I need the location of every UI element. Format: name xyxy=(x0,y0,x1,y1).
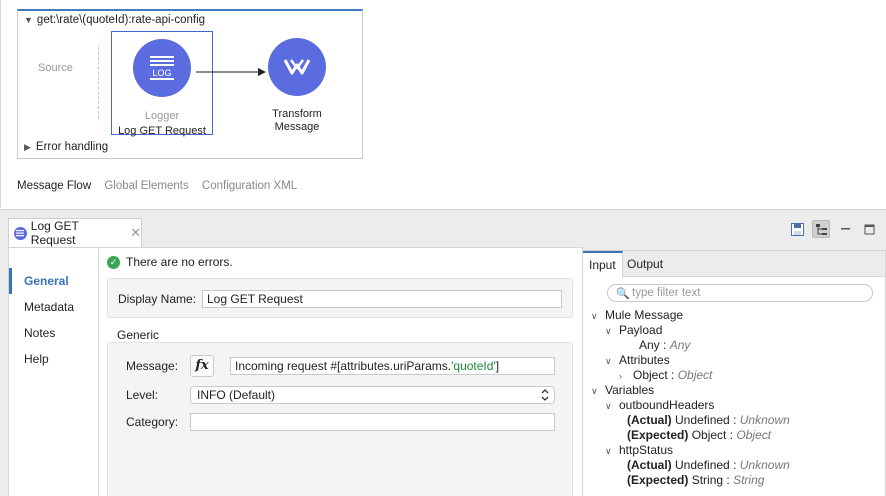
search-icon: 🔍 xyxy=(616,288,630,300)
tab-message-flow[interactable]: Message Flow xyxy=(17,180,91,192)
updown-chevron-icon xyxy=(541,388,549,403)
transform-icon xyxy=(268,38,326,96)
transform-component[interactable]: Transform Message xyxy=(252,38,342,134)
message-label: Message: xyxy=(126,359,179,373)
transform-name-label: Transform Message xyxy=(252,108,342,134)
tree-node-mule-message[interactable]: ∨ Mule Message xyxy=(591,308,790,323)
chevron-down-icon[interactable]: ∨ xyxy=(591,384,605,399)
tree-node-hs-expected[interactable]: (Expected) String : String xyxy=(591,473,790,488)
tab-configuration-xml[interactable]: Configuration XML xyxy=(202,180,297,192)
transform-name-line2: Message xyxy=(274,121,320,133)
category-label: Category: xyxy=(126,415,179,429)
flow-container[interactable]: ▼ get:\rate\(quoteId):rate-api-config Sou… xyxy=(17,9,363,159)
close-icon[interactable]: ✕ xyxy=(130,225,141,241)
logger-name-label: Log GET Request xyxy=(118,125,206,137)
tree-node-oh-actual[interactable]: (Actual) Undefined : Unknown xyxy=(591,413,790,428)
tab-input[interactable]: Input xyxy=(583,251,623,278)
metadata-tree: ∨ Mule Message ∨ Payload Any : Any ∨ Attrib… xyxy=(591,308,790,488)
checkmark-icon: ✓ xyxy=(107,255,120,269)
flow-title-text: get:\rate\(quoteId):rate-api-config xyxy=(36,14,206,26)
level-value: INFO (Default) xyxy=(197,388,276,402)
fx-expression-button[interactable]: fx xyxy=(190,355,214,377)
message-suffix: ] xyxy=(495,359,500,373)
tree-node-any[interactable]: Any : Any xyxy=(591,338,790,353)
collapse-triangle-icon[interactable]: ▼ xyxy=(24,15,33,25)
minimize-icon[interactable] xyxy=(836,220,854,238)
tree-node-payload[interactable]: ∨ Payload xyxy=(591,323,790,338)
flow-canvas: ▼ get:\rate\(quoteId):rate-api-config Sou… xyxy=(0,0,886,208)
error-handling-section[interactable]: ▶ Error handling xyxy=(24,141,108,153)
logger-icon: LOG xyxy=(133,39,191,97)
logger-icon-text: LOG xyxy=(152,68,171,78)
sidenav-divider xyxy=(98,248,99,496)
tree-node-oh-expected[interactable]: (Expected) Object : Object xyxy=(591,428,790,443)
filter-input[interactable]: 🔍 type filter text xyxy=(607,284,873,302)
tree-node-variables[interactable]: ∨ Variables xyxy=(591,383,790,398)
generic-section-title: Generic xyxy=(117,328,160,342)
display-name-section: Display Name: Log GET Request xyxy=(107,278,573,318)
transform-name-line1: Transform xyxy=(272,108,322,120)
save-icon[interactable] xyxy=(788,220,806,238)
properties-editor: General Metadata Notes Help ✓ There are … xyxy=(8,247,583,496)
tab-label: Log GET Request xyxy=(30,219,79,247)
panel-toolbar xyxy=(788,220,878,238)
maximize-icon[interactable] xyxy=(860,220,878,238)
sidenav-item-notes[interactable]: Notes xyxy=(9,320,98,346)
tab-log-get-request[interactable]: Log GET Request ✕ xyxy=(8,218,142,247)
message-prefix: Incoming request #[attributes.uriParams. xyxy=(235,359,452,373)
error-handling-label: Error handling xyxy=(35,141,109,153)
chevron-down-icon[interactable]: ∨ xyxy=(605,399,619,414)
message-field[interactable]: Incoming request #[attributes.uriParams.… xyxy=(230,357,555,375)
chevron-right-icon[interactable]: › xyxy=(619,369,633,384)
sidenav-item-metadata[interactable]: Metadata xyxy=(9,294,98,320)
tree-node-hs-actual[interactable]: (Actual) Undefined : Unknown xyxy=(591,458,790,473)
source-divider xyxy=(98,47,99,119)
status-text: There are no errors. xyxy=(126,255,233,269)
tree-node-object[interactable]: › Object : Object xyxy=(591,368,790,383)
filter-placeholder: type filter text xyxy=(632,287,701,299)
validation-status: ✓ There are no errors. xyxy=(107,255,233,269)
tab-output[interactable]: Output xyxy=(621,251,669,277)
chevron-down-icon[interactable]: ∨ xyxy=(591,309,605,324)
sidenav-item-help[interactable]: Help xyxy=(9,346,98,372)
message-key: 'quoteId' xyxy=(451,359,496,373)
flow-title[interactable]: ▼ get:\rate\(quoteId):rate-api-config xyxy=(24,14,205,26)
logger-component[interactable]: LOG Logger Log GET Request xyxy=(111,31,213,137)
display-name-label: Display Name: xyxy=(118,292,197,306)
level-select[interactable]: INFO (Default) xyxy=(190,386,555,404)
sidenav-item-general[interactable]: General xyxy=(9,268,98,294)
level-label: Level: xyxy=(126,388,159,402)
chevron-down-icon[interactable]: ∨ xyxy=(605,444,619,459)
display-name-field[interactable]: Log GET Request xyxy=(202,290,562,308)
source-placeholder[interactable]: Source xyxy=(38,62,73,74)
metadata-tabs: Input Output xyxy=(583,251,885,278)
tree-node-outbound-headers[interactable]: ∨ outboundHeaders xyxy=(591,398,790,413)
tree-node-attributes[interactable]: ∨ Attributes xyxy=(591,353,790,368)
logger-type-label: Logger xyxy=(144,110,180,122)
expand-triangle-icon[interactable]: ▶ xyxy=(24,142,31,152)
tab-global-elements[interactable]: Global Elements xyxy=(104,180,188,192)
chevron-down-icon[interactable]: ∨ xyxy=(605,324,619,339)
tree-view-icon[interactable] xyxy=(812,220,830,238)
tree-node-http-status[interactable]: ∨ httpStatus xyxy=(591,443,790,458)
metadata-pane: Input Output 🔍 type filter text ∨ Mule Me… xyxy=(582,250,886,496)
canvas-tabs: Message Flow Global Elements Configurati… xyxy=(17,180,307,192)
properties-panel: Log GET Request ✕ General Metadata Notes… xyxy=(0,209,886,496)
properties-sidenav: General Metadata Notes Help xyxy=(9,268,98,372)
generic-section: Message: fx Incoming request #[attribute… xyxy=(107,342,573,496)
logger-tab-icon xyxy=(14,226,27,240)
category-field[interactable] xyxy=(190,413,555,431)
chevron-down-icon[interactable]: ∨ xyxy=(605,354,619,369)
